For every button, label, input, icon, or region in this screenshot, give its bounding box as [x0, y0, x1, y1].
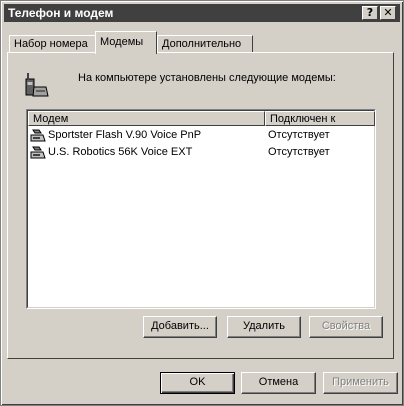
- modem-connected: Отсутствует: [268, 146, 330, 158]
- intro-text: На компьютере установлены следующие моде…: [78, 72, 336, 84]
- tab-dialing[interactable]: Набор номера: [9, 35, 97, 53]
- tab-modems[interactable]: Модемы: [95, 31, 157, 54]
- modems-tab-panel: На компьютере установлены следующие моде…: [7, 52, 394, 359]
- window-title: Телефон и модем: [8, 6, 114, 20]
- help-button[interactable]: ?: [362, 6, 378, 20]
- ok-button[interactable]: OK: [160, 372, 235, 394]
- modem-name: U.S. Robotics 56K Voice EXT: [48, 146, 193, 158]
- properties-button[interactable]: Свойства: [309, 316, 383, 338]
- add-modem-button[interactable]: Добавить...: [143, 316, 217, 338]
- modem-name: Sportster Flash V.90 Voice PnP: [48, 129, 202, 141]
- tab-strip: Набор номера Модемы Дополнительно: [9, 31, 389, 54]
- phone-modem-dialog: Телефон и модем ? ✕ Набор номера Модемы …: [0, 0, 404, 406]
- modem-icon: [30, 129, 46, 142]
- modem-list-frame: Модем Подключен к Sportster Flash V.90 V…: [27, 110, 375, 308]
- modem-icon: [30, 146, 46, 159]
- list-item[interactable]: U.S. Robotics 56K Voice EXT Отсутствует: [30, 145, 370, 161]
- title-bar[interactable]: Телефон и модем ? ✕: [4, 4, 400, 22]
- modem-list[interactable]: Модем Подключен к Sportster Flash V.90 V…: [26, 109, 376, 309]
- modem-connected: Отсутствует: [268, 129, 330, 141]
- column-header-connected[interactable]: Подключен к: [265, 111, 375, 126]
- delete-modem-button[interactable]: Удалить: [227, 316, 301, 338]
- apply-button[interactable]: Применить: [323, 372, 398, 394]
- cancel-button[interactable]: Отмена: [241, 372, 316, 394]
- close-button[interactable]: ✕: [380, 6, 396, 20]
- tab-advanced[interactable]: Дополнительно: [157, 35, 253, 53]
- list-item[interactable]: Sportster Flash V.90 Voice PnP Отсутству…: [30, 128, 370, 144]
- modem-phone-icon: [25, 73, 49, 97]
- column-header-modem[interactable]: Модем: [28, 111, 265, 126]
